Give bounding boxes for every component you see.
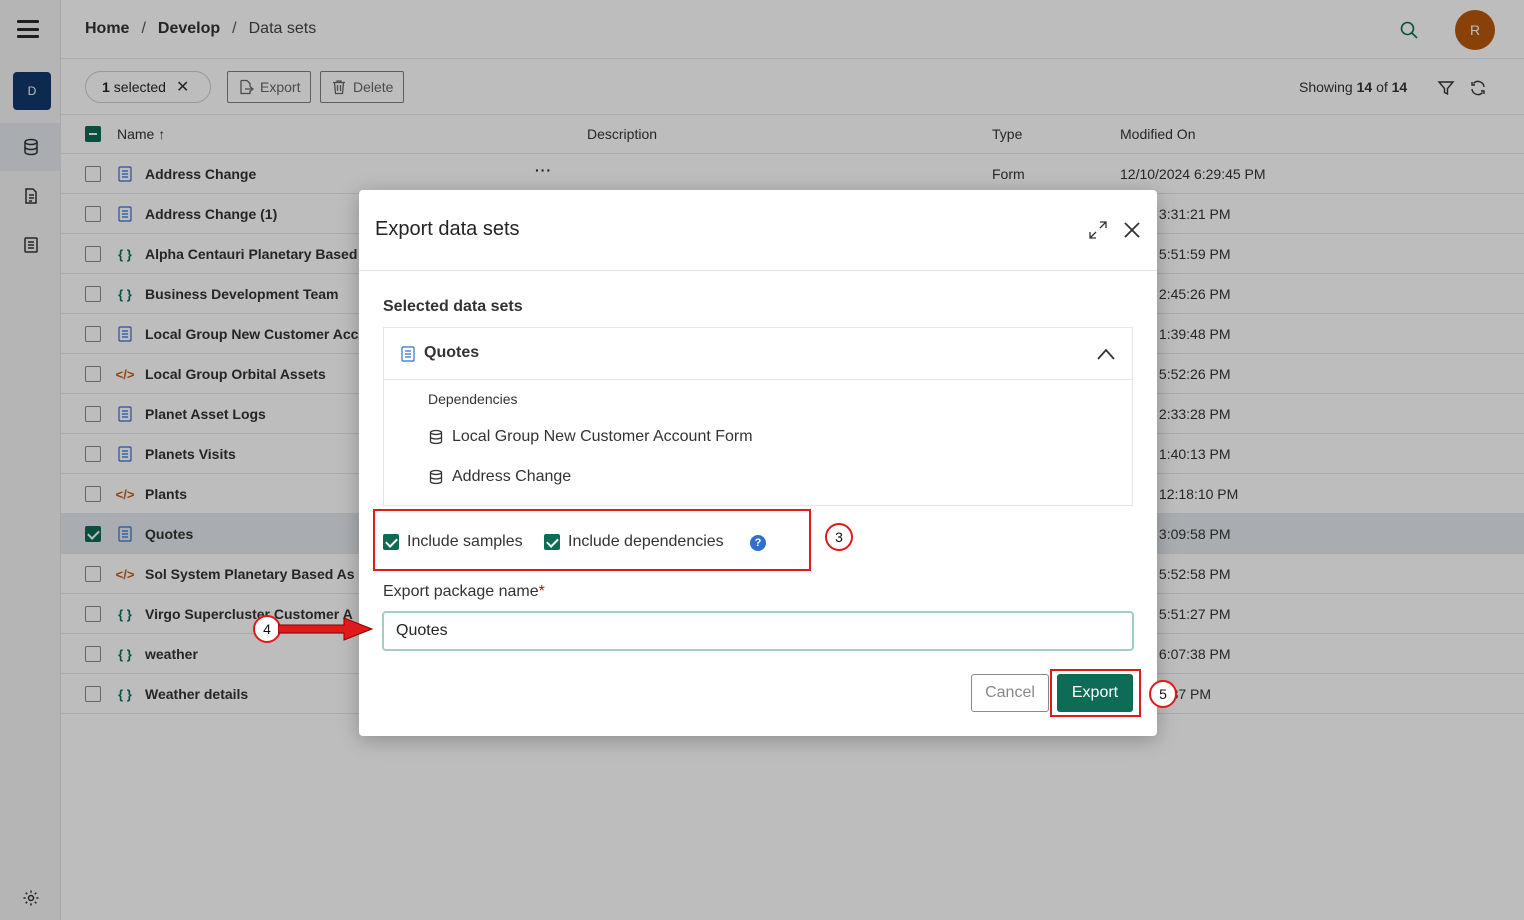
dataset-accordion-header[interactable]: Quotes (384, 328, 1132, 380)
dependency-item: Local Group New Customer Account Form (428, 428, 753, 446)
package-name-input[interactable] (382, 611, 1134, 651)
annotation-step-3: 3 (825, 523, 853, 551)
package-name-label: Export package name* (383, 583, 545, 600)
annotation-box-options (373, 509, 811, 571)
cancel-button[interactable]: Cancel (971, 674, 1049, 712)
annotation-step-5: 5 (1149, 680, 1177, 708)
annotation-step-4: 4 (253, 615, 281, 643)
close-icon[interactable] (1121, 219, 1143, 241)
maximize-icon[interactable] (1088, 220, 1108, 240)
selected-dataset-panel: Quotes Dependencies Local Group New Cust… (383, 327, 1133, 506)
database-icon (429, 429, 443, 445)
export-dialog: Export data sets Selected data sets Quot… (359, 190, 1157, 736)
form-icon (401, 346, 415, 362)
dependencies-label: Dependencies (428, 391, 518, 407)
selected-data-sets-heading: Selected data sets (383, 298, 523, 315)
chevron-up-icon[interactable] (1096, 347, 1116, 361)
annotation-arrow-icon (278, 617, 374, 641)
dependency-item: Address Change (428, 468, 571, 486)
dataset-name: Quotes (424, 344, 480, 361)
database-icon (429, 469, 443, 485)
annotation-box-export (1050, 669, 1141, 717)
dialog-header: Export data sets (359, 190, 1157, 271)
dialog-title: Export data sets (375, 218, 520, 240)
required-asterisk: * (538, 583, 545, 600)
